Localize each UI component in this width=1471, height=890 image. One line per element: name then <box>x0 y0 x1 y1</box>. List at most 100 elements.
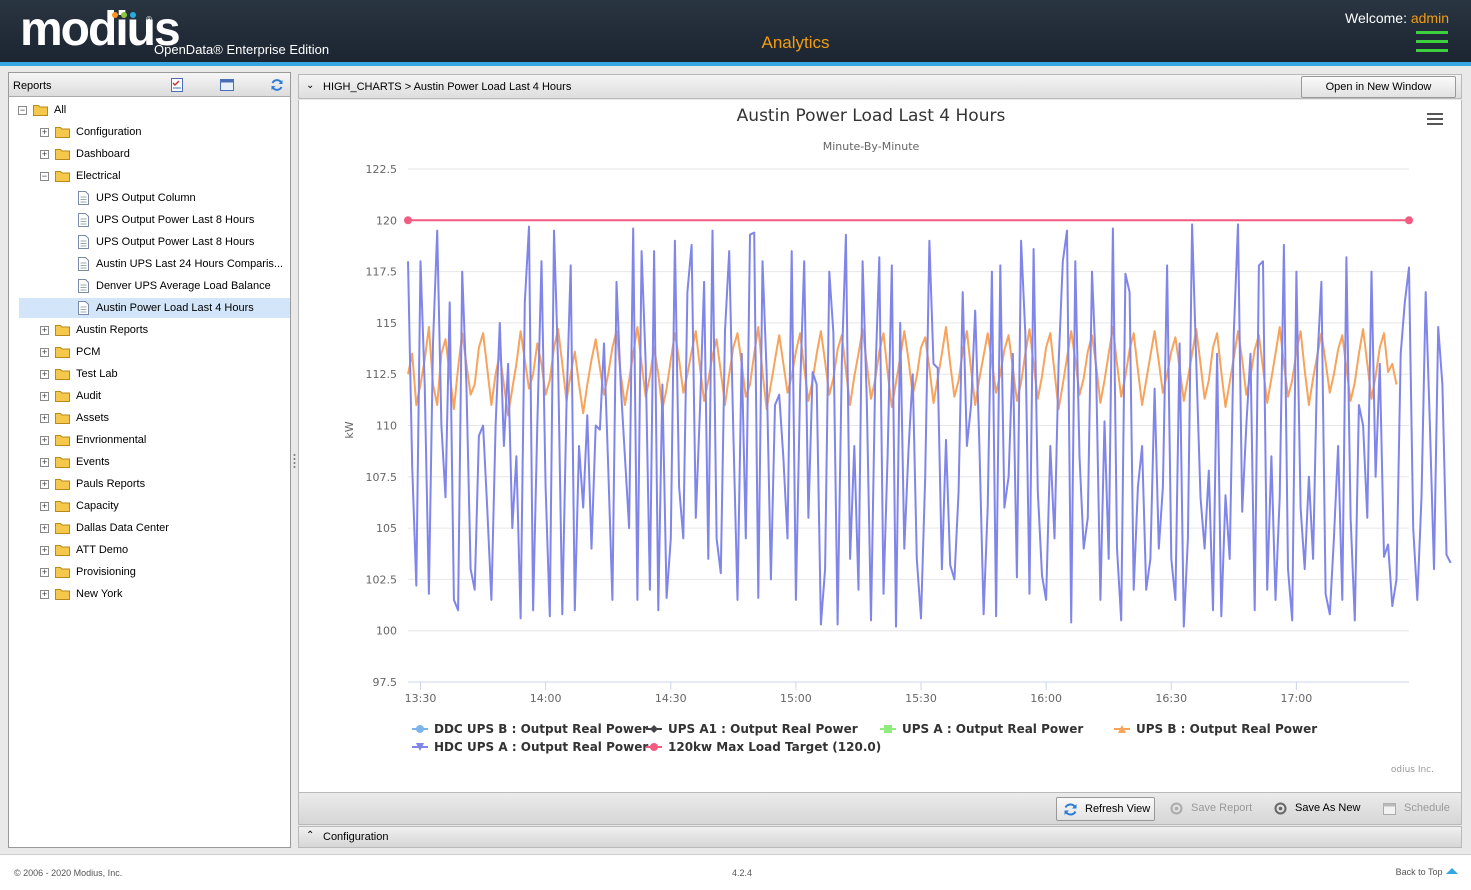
chart-credits: odius Inc. <box>1391 765 1434 775</box>
legend-item[interactable]: UPS A1 : Output Real Power <box>646 722 858 736</box>
expand-toggle-icon[interactable]: + <box>40 568 49 577</box>
tree-folder[interactable]: + Events <box>9 452 290 472</box>
gear-icon <box>1274 802 1287 815</box>
folder-icon <box>55 545 70 556</box>
refresh-icon[interactable] <box>270 78 284 92</box>
legend-label: HDC UPS A : Output Real Power <box>434 740 648 754</box>
tree-report-item[interactable]: Austin UPS Last 24 Hours Comparis... <box>9 254 290 274</box>
tree-folder[interactable]: + Test Lab <box>9 364 290 384</box>
expand-chevron-icon[interactable]: ⌃ <box>306 830 314 841</box>
y-tick-label: 97.5 <box>373 676 398 689</box>
up-arrow-icon <box>1446 868 1458 874</box>
tree-folder[interactable]: + Dallas Data Center <box>9 518 290 538</box>
legend-item[interactable]: DDC UPS B : Output Real Power <box>412 722 648 736</box>
tree-report-item[interactable]: Denver UPS Average Load Balance <box>9 276 290 296</box>
folder-icon <box>55 325 70 336</box>
x-tick-label: 15:30 <box>905 692 937 705</box>
expand-toggle-icon[interactable]: + <box>40 546 49 555</box>
reports-panel: Reports − All + Configuration + Dashboard − Ele… <box>8 72 291 848</box>
legend-label: UPS B : Output Real Power <box>1136 722 1317 736</box>
tree-folder[interactable]: + Pauls Reports <box>9 474 290 494</box>
tree-item-label: Austin UPS Last 24 Hours Comparis... <box>96 258 284 270</box>
checklist-icon[interactable] <box>170 78 184 92</box>
tree-report-item[interactable]: Austin Power Load Last 4 Hours <box>19 298 290 318</box>
welcome-label: Welcome: <box>1344 10 1407 26</box>
tree-folder[interactable]: + Assets <box>9 408 290 428</box>
tree-item-label: Envrionmental <box>76 434 147 446</box>
schedule-button[interactable]: Schedule <box>1376 797 1461 821</box>
configuration-label: Configuration <box>323 831 389 843</box>
refresh-icon <box>1064 803 1077 816</box>
tree-folder[interactable]: + ATT Demo <box>9 540 290 560</box>
reports-panel-header: Reports <box>9 73 290 97</box>
tree-folder[interactable]: + Configuration <box>9 122 290 142</box>
expand-toggle-icon[interactable]: + <box>40 590 49 599</box>
expand-toggle-icon[interactable]: + <box>40 458 49 467</box>
y-tick-label: 107.5 <box>366 471 398 484</box>
legend-label: 120kw Max Load Target (120.0) <box>668 740 881 754</box>
x-tick-label: 15:00 <box>780 692 812 705</box>
save-as-new-button[interactable]: Save As New <box>1267 797 1367 821</box>
expand-toggle-icon[interactable]: + <box>40 128 49 137</box>
chart-menu-icon[interactable] <box>1427 113 1443 125</box>
save-report-button[interactable]: Save Report <box>1163 797 1263 821</box>
x-tick-label: 13:30 <box>405 692 437 705</box>
legend-marker <box>416 725 424 733</box>
collapse-chevron-icon[interactable]: ⌄ <box>306 80 314 91</box>
expand-toggle-icon[interactable]: + <box>40 326 49 335</box>
collapse-toggle-icon[interactable]: − <box>40 172 49 181</box>
y-tick-label: 122.5 <box>366 163 398 176</box>
tree-folder[interactable]: + Provisioning <box>9 562 290 582</box>
tree-report-item[interactable]: UPS Output Power Last 8 Hours <box>9 232 290 252</box>
gear-save-icon <box>1170 802 1183 815</box>
legend-item[interactable]: 120kw Max Load Target (120.0) <box>646 740 881 754</box>
x-tick-label: 17:00 <box>1281 692 1313 705</box>
legend-item[interactable]: HDC UPS A : Output Real Power <box>412 740 648 754</box>
expand-toggle-icon[interactable]: + <box>40 436 49 445</box>
tree-folder[interactable]: + New York <box>9 584 290 604</box>
tree-item-label: Capacity <box>76 500 119 512</box>
username-link[interactable]: admin <box>1411 10 1449 26</box>
configuration-bar[interactable]: ⌃ Configuration <box>298 826 1462 848</box>
folder-icon <box>55 479 70 490</box>
expand-toggle-icon[interactable]: + <box>40 348 49 357</box>
report-document-icon <box>78 213 89 227</box>
expand-toggle-icon[interactable]: + <box>40 392 49 401</box>
tree-folder[interactable]: + Austin Reports <box>9 320 290 340</box>
tree-item-label: Events <box>76 456 110 468</box>
expand-toggle-icon[interactable]: + <box>40 480 49 489</box>
expand-toggle-icon[interactable]: + <box>40 414 49 423</box>
tree-folder[interactable]: − All <box>9 100 290 120</box>
folder-icon <box>55 413 70 424</box>
tree-folder[interactable]: + Envrionmental <box>9 430 290 450</box>
legend-item[interactable]: UPS A : Output Real Power <box>880 722 1083 736</box>
legend-item[interactable]: UPS B : Output Real Power <box>1114 722 1317 736</box>
collapse-toggle-icon[interactable]: − <box>18 106 27 115</box>
tree-folder[interactable]: + Dashboard <box>9 144 290 164</box>
report-document-icon <box>78 301 89 315</box>
power-load-chart: Austin Power Load Last 4 Hours Minute-By… <box>343 106 1452 775</box>
expand-toggle-icon[interactable]: + <box>40 524 49 533</box>
folder-icon <box>33 105 48 116</box>
tree-folder[interactable]: + Audit <box>9 386 290 406</box>
panel-splitter[interactable] <box>292 72 297 848</box>
tree-item-label: Provisioning <box>76 566 136 578</box>
refresh-view-button[interactable]: Refresh View <box>1056 797 1155 821</box>
tree-report-item[interactable]: UPS Output Power Last 8 Hours <box>9 210 290 230</box>
back-to-top-link[interactable]: Back to Top <box>1396 867 1459 877</box>
expand-toggle-icon[interactable]: + <box>40 150 49 159</box>
expand-toggle-icon[interactable]: + <box>40 370 49 379</box>
tree-folder[interactable]: + Capacity <box>9 496 290 516</box>
folder-icon <box>55 149 70 160</box>
tree-item-label: Denver UPS Average Load Balance <box>96 280 271 292</box>
hamburger-menu-icon[interactable] <box>1416 31 1448 57</box>
tree-report-item[interactable]: UPS Output Column <box>9 188 290 208</box>
window-icon[interactable] <box>220 78 234 92</box>
version-label: 4.2.4 <box>732 868 753 878</box>
tree-folder[interactable]: + PCM <box>9 342 290 362</box>
expand-toggle-icon[interactable]: + <box>40 502 49 511</box>
folder-icon <box>55 567 70 578</box>
tree-item-label: UPS Output Column <box>96 192 196 204</box>
tree-folder[interactable]: − Electrical <box>9 166 290 186</box>
open-new-window-button[interactable]: Open in New Window <box>1301 76 1456 98</box>
